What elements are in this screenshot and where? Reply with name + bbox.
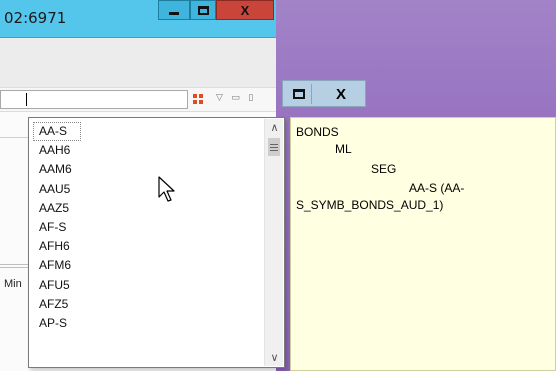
mouse-cursor-icon — [158, 176, 175, 202]
close-button[interactable]: X — [216, 0, 274, 20]
maximize-button[interactable] — [286, 84, 312, 104]
grid-icon[interactable] — [193, 94, 203, 104]
maximize-button[interactable] — [190, 0, 216, 20]
list-item[interactable]: AAZ5 — [33, 199, 261, 218]
list-item[interactable]: AAU5 — [33, 180, 261, 199]
close-icon: X — [240, 2, 250, 18]
close-icon: X — [335, 85, 346, 103]
list-item[interactable]: AF-S — [33, 218, 261, 237]
list-item[interactable]: AAM6 — [33, 160, 261, 179]
list-item[interactable]: AFZ5 — [33, 295, 261, 314]
search-input[interactable] — [0, 90, 188, 109]
window-controls-icon[interactable]: ▽ ▭ ▯ — [216, 92, 256, 103]
info-symbol-id: S_SYMB_BONDS_AUD_1) — [296, 198, 444, 212]
minimize-icon — [169, 11, 179, 15]
maximize-icon — [197, 5, 209, 15]
second-window-controls: X — [282, 80, 366, 107]
text-caret — [26, 93, 27, 106]
scroll-down-icon[interactable]: ∨ — [265, 349, 284, 366]
list-item[interactable]: AFH6 — [33, 237, 261, 256]
info-symbol: AA-S (AA- — [409, 181, 465, 195]
window-title: 02:6971 — [4, 9, 67, 27]
scrollbar-thumb[interactable] — [268, 138, 280, 156]
symbol-list: AA-S AAH6 AAM6 AAU5 AAZ5 AF-S AFH6 AFM6 … — [33, 122, 261, 333]
minimize-button[interactable] — [158, 0, 190, 20]
info-subcategory: ML — [335, 142, 352, 156]
close-button[interactable]: X — [319, 84, 363, 104]
splitter[interactable] — [0, 264, 28, 268]
list-item[interactable]: AFU5 — [33, 276, 261, 295]
toolbar — [0, 38, 276, 88]
list-item[interactable]: AFM6 — [33, 256, 261, 275]
info-segment: SEG — [371, 162, 397, 176]
maximize-icon — [292, 89, 305, 99]
list-item[interactable]: AA-S — [33, 122, 81, 142]
info-category: BONDS — [296, 125, 339, 139]
min-column-label: Min — [4, 278, 22, 290]
divider — [0, 137, 28, 138]
symbol-dropdown-list[interactable]: AA-S AAH6 AAM6 AAU5 AAZ5 AF-S AFH6 AFM6 … — [28, 117, 285, 368]
list-item[interactable]: AAH6 — [33, 141, 261, 160]
vertical-scrollbar[interactable]: ∧ ∨ — [264, 119, 283, 366]
list-item[interactable]: AP-S — [33, 314, 261, 333]
scroll-up-icon[interactable]: ∧ — [265, 119, 284, 136]
search-row: ▽ ▭ ▯ — [0, 88, 276, 112]
symbol-info-panel: BONDS ML SEG AA-S (AA- S_SYMB_BONDS_AUD_… — [290, 117, 556, 371]
